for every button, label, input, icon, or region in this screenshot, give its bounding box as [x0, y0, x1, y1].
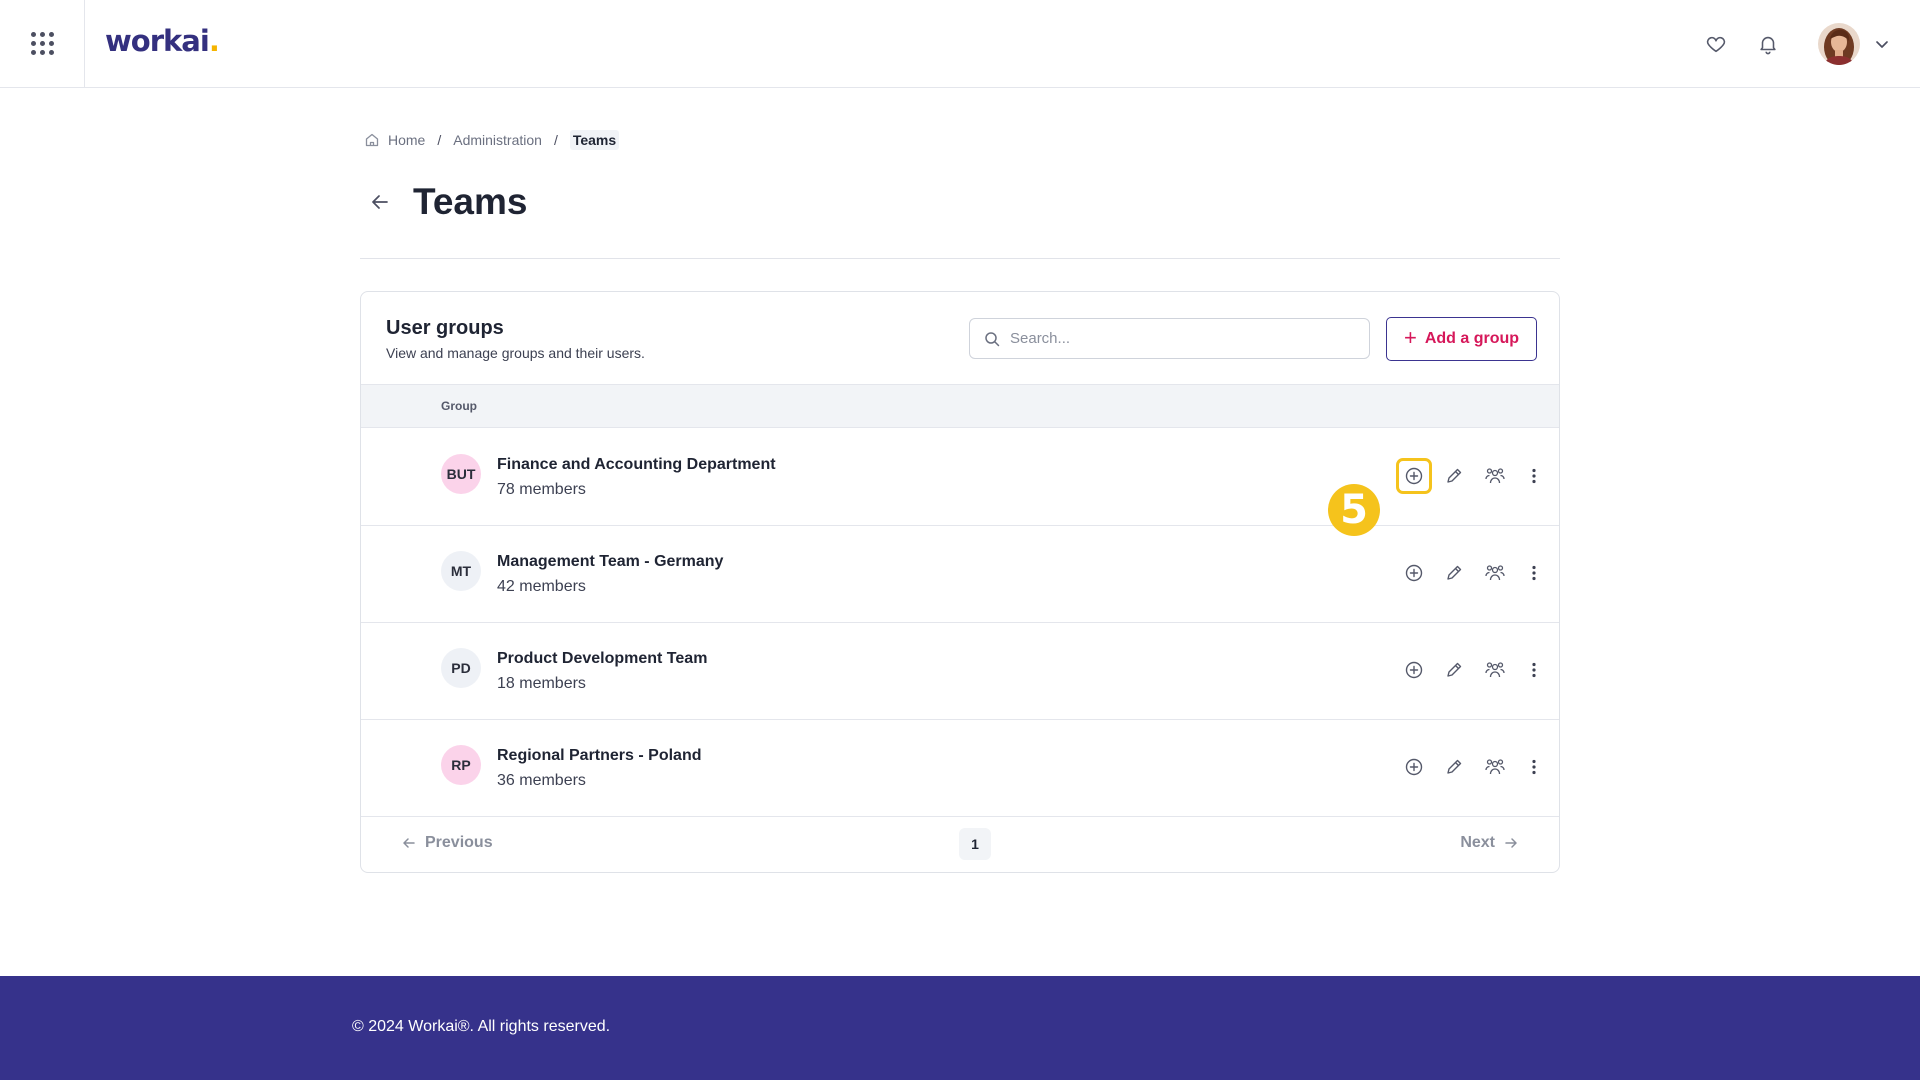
more-options-button[interactable] [1519, 752, 1549, 782]
kebab-menu-icon [1532, 759, 1536, 775]
footer: © 2024 Workai®. All rights reserved. [0, 976, 1920, 1080]
pagination: Previous 1 Next [361, 816, 1559, 872]
manage-members-button[interactable] [1480, 655, 1510, 685]
group-initials-badge: BUT [441, 454, 481, 494]
manage-members-button[interactable] [1480, 558, 1510, 588]
group-name[interactable]: Product Development Team [497, 650, 707, 668]
search-input[interactable] [1010, 330, 1350, 347]
favorites-button[interactable] [1701, 29, 1731, 59]
arrow-left-icon [403, 838, 415, 848]
divider [360, 258, 1560, 259]
chevron-down-icon [1876, 41, 1888, 48]
notifications-button[interactable] [1753, 29, 1783, 59]
plus-circle-icon [1405, 758, 1423, 776]
kebab-menu-icon [1532, 565, 1536, 581]
kebab-menu-icon [1532, 662, 1536, 678]
group-name[interactable]: Finance and Accounting Department [497, 456, 776, 474]
top-bar: workai. [0, 0, 1920, 88]
user-groups-card: User groups View and manage groups and t… [360, 291, 1560, 873]
previous-page-button[interactable]: Previous [401, 834, 493, 852]
add-group-label: Add a group [1424, 330, 1520, 347]
manage-members-button[interactable] [1480, 461, 1510, 491]
group-initials-badge: RP [441, 745, 481, 785]
search-icon [985, 331, 1000, 346]
users-group-icon [1485, 565, 1505, 581]
add-group-button[interactable]: + Add a group [1386, 317, 1537, 361]
step-number-marker: 5 [1328, 484, 1380, 536]
kebab-menu-icon [1532, 468, 1536, 484]
manage-members-button[interactable] [1480, 752, 1510, 782]
heart-icon [1706, 36, 1726, 53]
column-header-group: Group [441, 399, 477, 413]
table-header: Group [361, 384, 1559, 428]
apps-grid-icon [30, 32, 54, 55]
pencil-icon [1447, 468, 1462, 483]
more-options-button[interactable] [1519, 461, 1549, 491]
plus-circle-icon [1405, 661, 1423, 679]
group-name[interactable]: Management Team - Germany [497, 553, 723, 571]
edit-group-button[interactable] [1439, 752, 1469, 782]
bell-icon [1760, 36, 1776, 55]
account-menu-toggle[interactable] [1872, 34, 1892, 54]
edit-group-button[interactable] [1439, 461, 1469, 491]
breadcrumb-separator: / [437, 132, 442, 148]
users-group-icon [1485, 468, 1505, 484]
group-initials-badge: PD [441, 648, 481, 688]
plus-icon: + [1403, 325, 1417, 350]
group-member-count: 78 members [497, 481, 586, 498]
user-avatar[interactable] [1818, 23, 1860, 65]
breadcrumb-home-link[interactable]: Home [388, 132, 425, 148]
copyright-text: © 2024 Workai®. All rights reserved. [352, 1018, 611, 1035]
group-name[interactable]: Regional Partners - Poland [497, 747, 701, 765]
table-row[interactable]: MT Management Team - Germany 42 members [361, 526, 1559, 623]
arrow-left-icon [372, 195, 388, 209]
home-icon [365, 133, 379, 147]
search-box [969, 318, 1370, 359]
users-group-icon [1485, 759, 1505, 775]
table-row[interactable]: RP Regional Partners - Poland 36 members [361, 720, 1559, 817]
page-number-button[interactable]: 1 [959, 828, 991, 860]
add-member-button[interactable] [1396, 458, 1432, 494]
workai-logo[interactable]: workai. [105, 24, 220, 58]
breadcrumb-administration-link[interactable]: Administration [453, 132, 542, 148]
card-title: User groups [386, 317, 504, 339]
group-initials-badge: MT [441, 551, 481, 591]
page-title: Teams [413, 181, 528, 222]
next-page-button[interactable]: Next [1460, 834, 1519, 852]
edit-group-button[interactable] [1439, 558, 1469, 588]
add-member-button[interactable] [1399, 558, 1429, 588]
pencil-icon [1447, 759, 1462, 774]
pencil-icon [1447, 565, 1462, 580]
plus-circle-icon [1405, 467, 1423, 485]
breadcrumb-separator: / [553, 132, 558, 148]
breadcrumb-current: Teams [569, 130, 620, 150]
previous-label: Previous [425, 834, 493, 851]
edit-group-button[interactable] [1439, 655, 1469, 685]
plus-circle-icon [1405, 564, 1423, 582]
group-member-count: 36 members [497, 772, 586, 789]
add-member-button[interactable] [1399, 752, 1429, 782]
users-group-icon [1485, 662, 1505, 678]
card-subtitle: View and manage groups and their users. [386, 345, 645, 361]
pencil-icon [1447, 662, 1462, 677]
group-member-count: 18 members [497, 675, 586, 692]
table-row[interactable]: PD Product Development Team 18 members [361, 623, 1559, 720]
more-options-button[interactable] [1519, 655, 1549, 685]
app-launcher-button[interactable] [0, 0, 85, 87]
arrow-right-icon [1505, 838, 1517, 848]
add-member-button[interactable] [1399, 655, 1429, 685]
group-member-count: 42 members [497, 578, 586, 595]
next-label: Next [1460, 834, 1495, 851]
more-options-button[interactable] [1519, 558, 1549, 588]
breadcrumb: Home / Administration / Teams [364, 130, 620, 150]
back-button[interactable] [364, 186, 396, 218]
